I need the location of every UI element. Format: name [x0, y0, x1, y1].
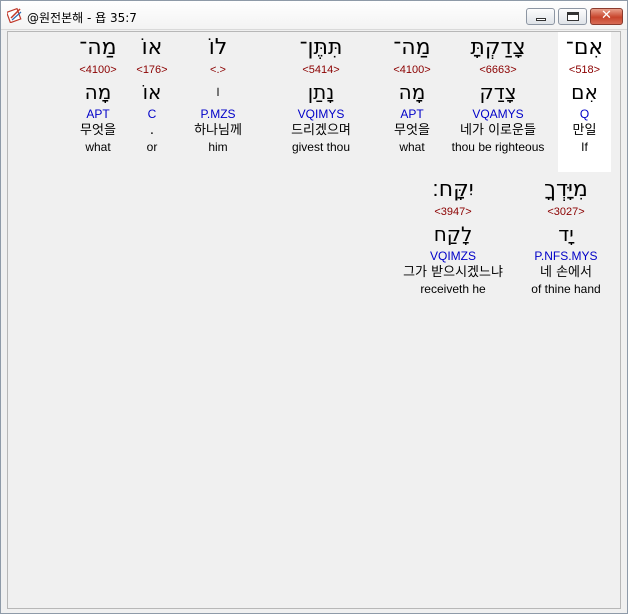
word-block[interactable]: לוֹ <.> ׀ P.MZS 하나님께 him [183, 32, 253, 172]
app-window: @원전본해 - 욥 35:7 ✕ אִם־ <518> אִם Q 만일 If … [0, 0, 628, 614]
strong-number-link[interactable]: <4100> [382, 62, 442, 78]
strong-number-link[interactable]: <518> [558, 62, 611, 78]
hebrew-root: מָה [398, 80, 426, 104]
morphology-code: APT [400, 107, 424, 121]
english-gloss: thou be righteous [451, 140, 545, 154]
korean-gloss: . [149, 123, 155, 138]
hebrew-root: לָקַח [433, 222, 473, 246]
strong-number-link[interactable]: <3947> [386, 204, 520, 220]
morphology-code: APT [86, 107, 110, 121]
interlinear-panel: אִם־ <518> אִם Q 만일 If צָדַקְתָּ <6663> … [7, 31, 621, 609]
korean-gloss: 하나님께 [194, 123, 242, 138]
hebrew-word: מַה־ [393, 35, 431, 60]
word-block[interactable]: אוֹ <176> אוֹ C . or [130, 32, 174, 172]
close-button[interactable]: ✕ [590, 8, 623, 25]
hebrew-word: מַה־ [79, 35, 117, 60]
hebrew-root: אוֹ [142, 80, 162, 104]
morphology-code: VQAMYS [472, 107, 524, 121]
word-block[interactable]: אִם־ <518> אִם Q 만일 If [558, 32, 611, 172]
hebrew-word: אִם־ [565, 35, 604, 60]
hebrew-word: תִּתֶּן־ [299, 35, 343, 60]
hebrew-root: יָד [558, 222, 574, 246]
hebrew-word: לוֹ [208, 35, 228, 60]
close-icon: ✕ [601, 8, 612, 23]
english-gloss: givest thou [291, 140, 351, 154]
korean-gloss: 네가 이로운들 [460, 123, 536, 138]
hebrew-root: אִם [571, 80, 598, 104]
hebrew-root: ׀ [216, 85, 220, 98]
english-gloss: what [85, 140, 111, 154]
title-bar[interactable]: @원전본해 - 욥 35:7 ✕ [1, 1, 627, 30]
hebrew-word: מִיָּדְךָ [544, 177, 588, 202]
hebrew-word: צָדַקְתָּ [470, 35, 526, 60]
word-block[interactable]: מִיָּדְךָ <3027> יָד P.NFS.MYS 네 손에서 of … [522, 174, 610, 314]
korean-gloss: 만일 [572, 123, 597, 138]
word-block[interactable]: מַה־ <4100> מָה APT 무엇을 what [382, 32, 442, 172]
english-gloss: If [581, 140, 588, 154]
strong-number-link[interactable]: <5414> [276, 62, 366, 78]
maximize-button[interactable] [558, 8, 587, 25]
korean-gloss: 네 손에서 [540, 265, 592, 280]
word-block[interactable]: צָדַקְתָּ <6663> צָדַק VQAMYS 네가 이로운들 th… [444, 32, 552, 172]
hebrew-word: אוֹ [141, 35, 163, 60]
english-gloss: what [399, 140, 425, 154]
strong-number-link[interactable]: <3027> [522, 204, 610, 220]
english-gloss: receiveth he [420, 282, 486, 296]
korean-gloss: 무엇을 [80, 123, 116, 138]
hebrew-word: יִקָּח׃ [432, 177, 474, 202]
morphology-code: C [147, 107, 157, 121]
morphology-code: VQIMZS [429, 249, 476, 263]
english-gloss: him [208, 140, 228, 154]
morphology-code: P.NFS.MYS [534, 249, 598, 263]
korean-gloss: 그가 받으시겠느냐 [403, 265, 503, 280]
hebrew-root: נָתַן [307, 80, 335, 104]
window-title: @원전본해 - 욥 35:7 [27, 11, 137, 25]
strong-number-link[interactable]: <176> [130, 62, 174, 78]
bible-app-icon [7, 7, 22, 23]
morphology-code: P.MZS [200, 107, 236, 121]
strong-number-link[interactable]: <6663> [444, 62, 552, 78]
word-block[interactable]: תִּתֶּן־ <5414> נָתַן VQIMYS 드리겠으며 gives… [276, 32, 366, 172]
minimize-button[interactable] [526, 8, 555, 25]
maximize-icon [567, 12, 579, 21]
hebrew-root: צָדַק [479, 80, 517, 104]
morphology-code: Q [579, 107, 590, 121]
korean-gloss: 드리겠으며 [291, 123, 351, 138]
word-block[interactable]: מַה־ <4100> מָה APT 무엇을 what [68, 32, 128, 172]
word-block[interactable]: יִקָּח׃ <3947> לָקַח VQIMZS 그가 받으시겠느냐 re… [386, 174, 520, 314]
korean-gloss: 무엇을 [394, 123, 430, 138]
english-gloss: of thine hand [531, 282, 601, 296]
hebrew-root: מָה [84, 80, 112, 104]
strong-number-link[interactable]: <4100> [68, 62, 128, 78]
morphology-code: VQIMYS [297, 107, 345, 121]
strong-number-link[interactable]: <.> [183, 62, 253, 78]
english-gloss: or [146, 140, 158, 154]
minimize-icon [536, 18, 546, 21]
